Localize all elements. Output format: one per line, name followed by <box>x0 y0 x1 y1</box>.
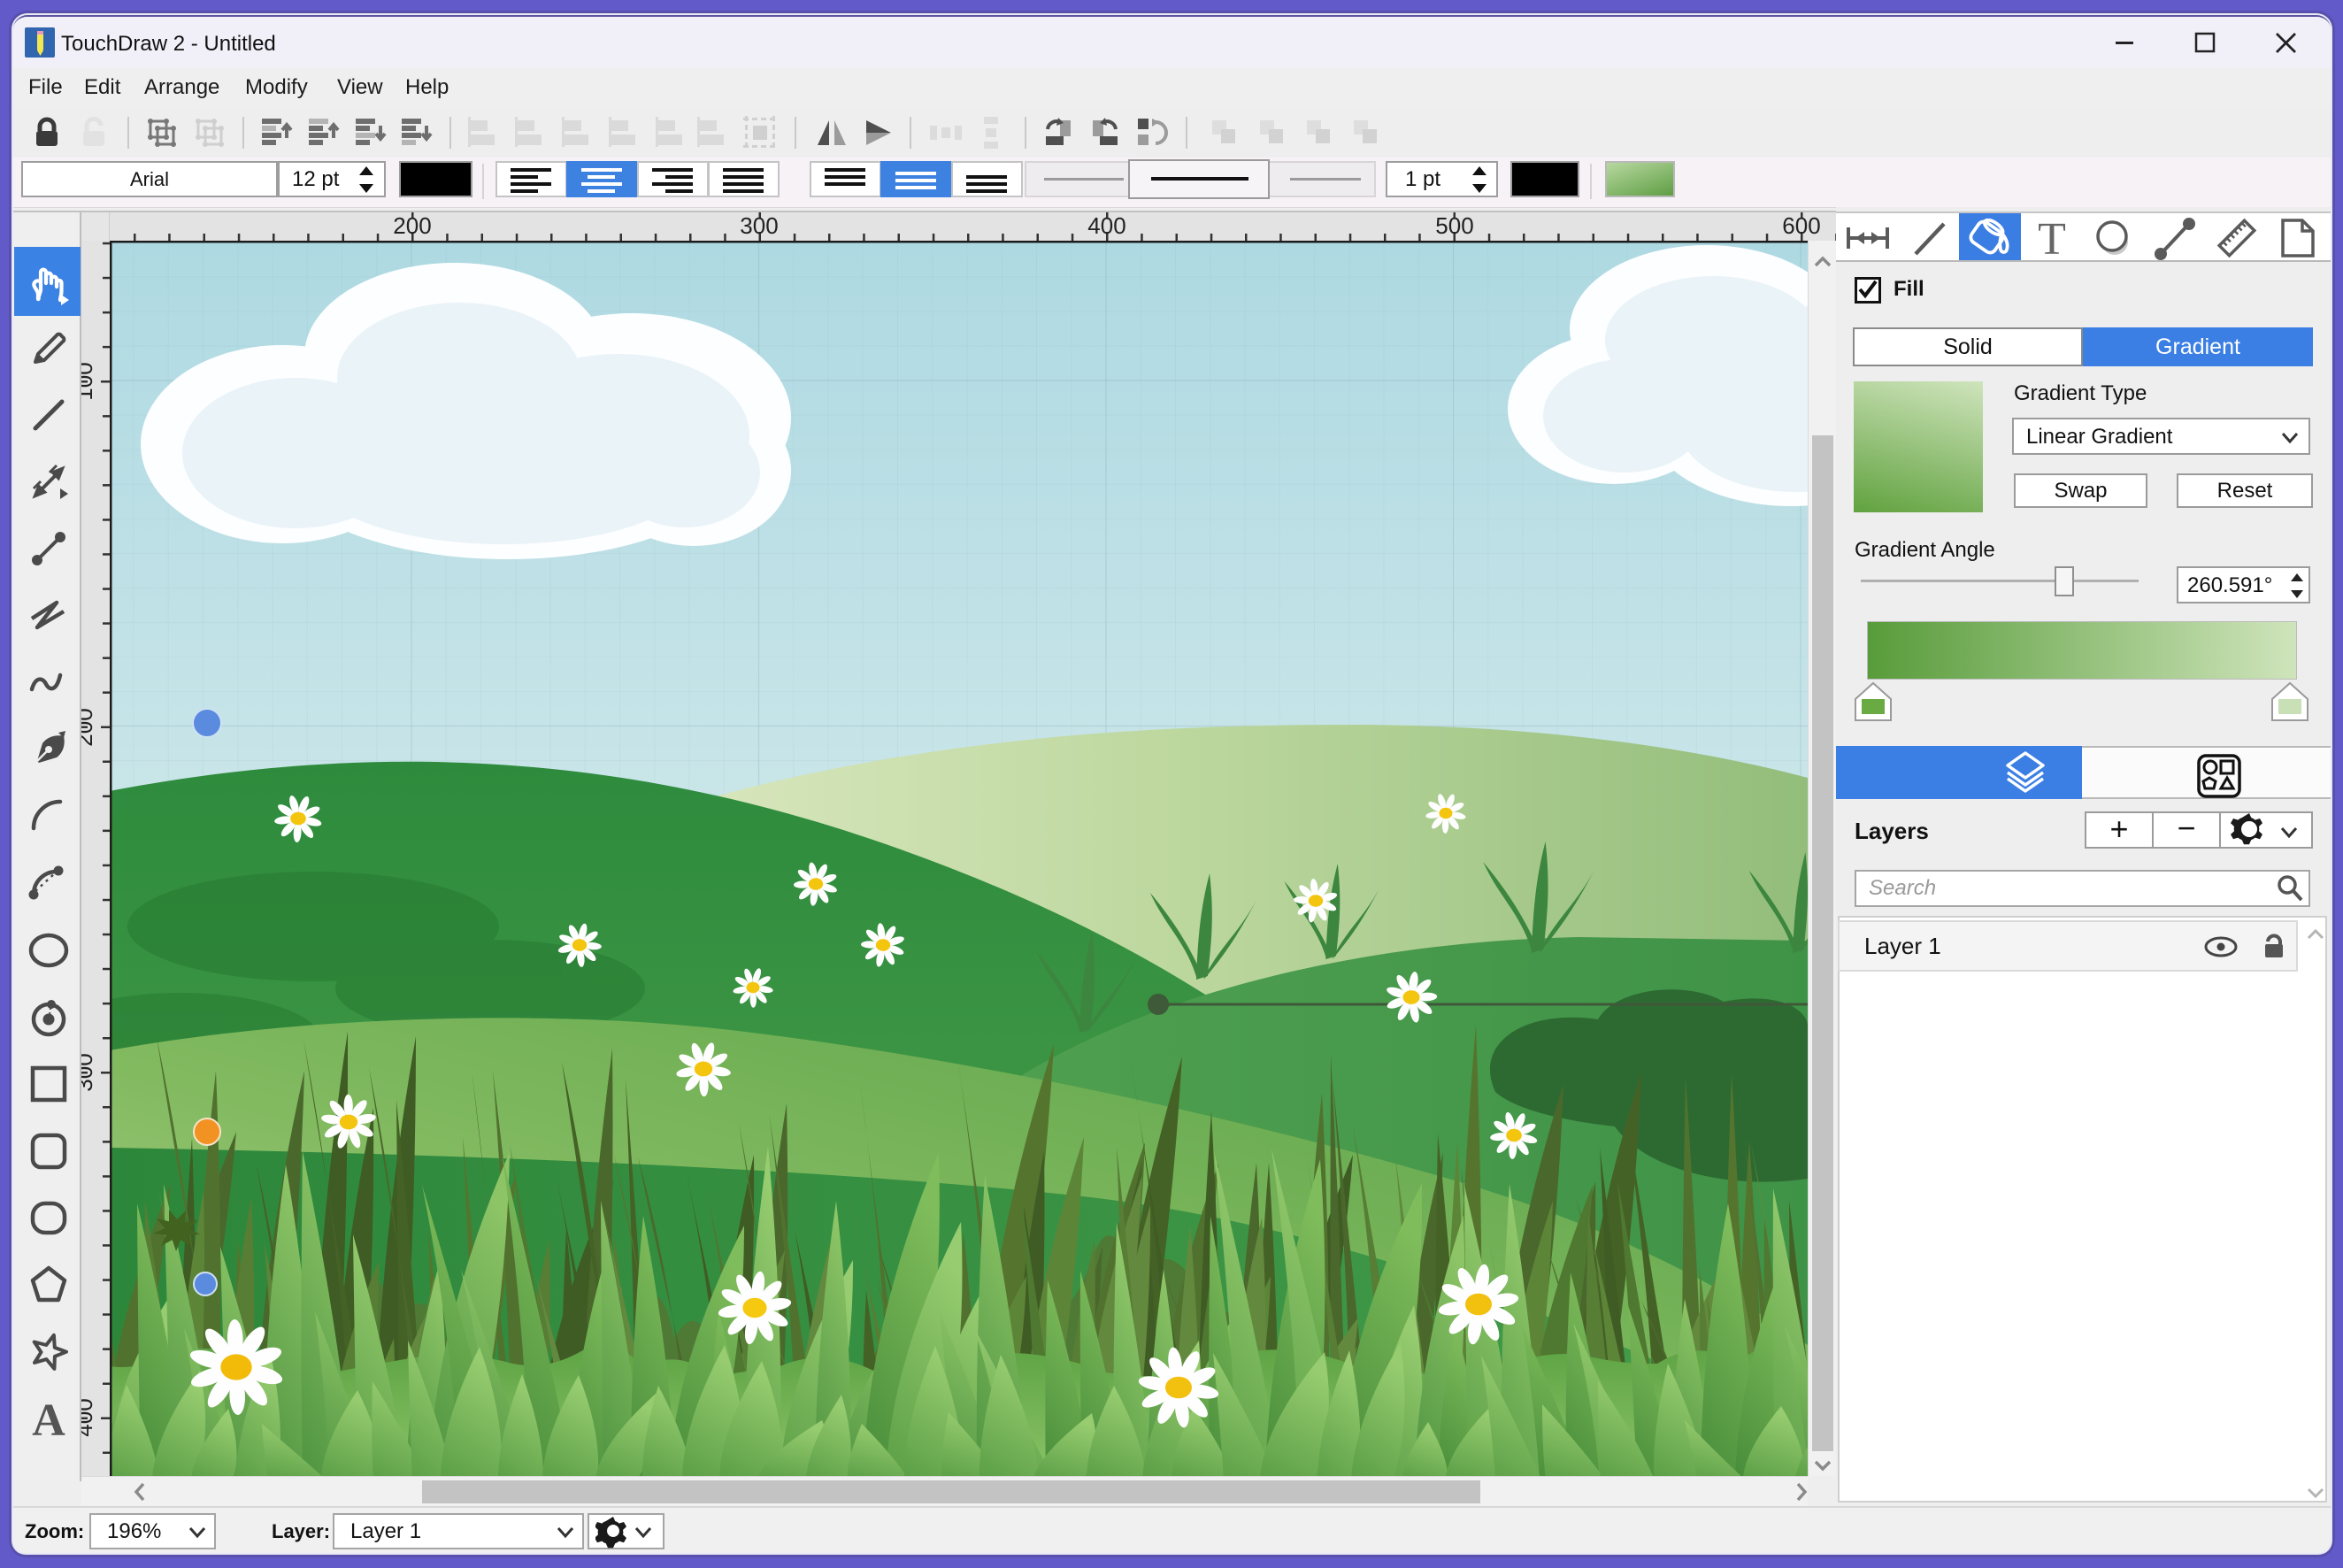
svg-text:200: 200 <box>393 212 431 239</box>
svg-text:400: 400 <box>81 1398 97 1436</box>
svg-text:600: 600 <box>1782 212 1820 239</box>
svg-text:300: 300 <box>81 1053 97 1091</box>
svg-text:A: A <box>32 1395 65 1442</box>
svg-text:500: 500 <box>1435 212 1473 239</box>
svg-text:200: 200 <box>81 708 97 746</box>
svg-text:T: T <box>2038 214 2066 263</box>
svg-text:300: 300 <box>740 212 778 239</box>
svg-text:400: 400 <box>1087 212 1125 239</box>
svg-text:100: 100 <box>81 362 97 400</box>
